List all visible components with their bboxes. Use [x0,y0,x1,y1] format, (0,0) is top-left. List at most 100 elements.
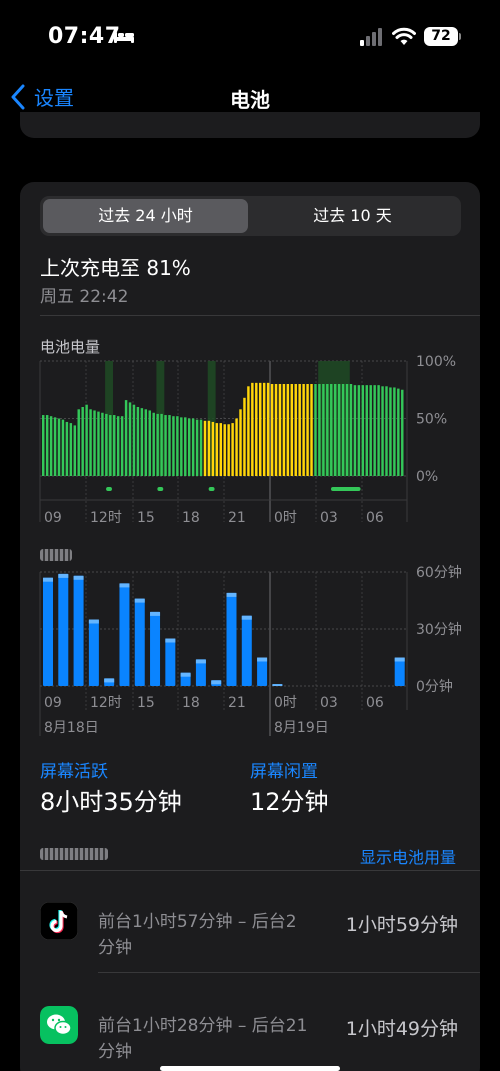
battery-level-bar [164,415,167,476]
battery-level-bar [195,419,199,476]
battery-level-bar [333,384,337,476]
screen-idle-bar [58,573,69,578]
x-tick-label: 15 [137,510,155,526]
screen-activity-bar [394,657,405,686]
screen-idle-bar [119,583,130,588]
battery-level-bar [148,410,151,476]
screen-idle-bar [73,575,84,580]
battery-level-bar [274,384,278,476]
cellular-signal-icon [360,28,382,46]
battery-level-bar [365,385,368,476]
screen-activity-bar [119,583,130,686]
x-tick-label: 09 [44,510,62,526]
app-usage-row-wechat[interactable]: 前台1小时28分钟 – 后台21分钟 1小时49分钟 [40,1004,480,1064]
show-battery-usage-link[interactable]: 显示电池用量 [360,844,456,868]
battery-level-bar [176,416,179,476]
battery-level-bar [255,382,258,476]
screen-idle-bar [104,678,115,683]
battery-level-bar [61,419,65,476]
battery-level-bar [369,385,372,476]
battery-level-bar [385,386,388,476]
battery-level-bar [49,416,53,476]
battery-level-bar [109,415,112,476]
battery-level-bar [243,397,246,476]
battery-level-bar [45,415,49,476]
x-tick-label: 09 [44,695,62,711]
battery-level-bar [270,384,274,476]
battery-level-bar [227,424,230,476]
battery-level-bar [105,413,108,476]
battery-level-bar [381,386,384,476]
screen-activity-bar [58,573,69,686]
battery-level-bar [160,413,163,476]
battery-level-bar [42,415,45,476]
screen-idle-bar [272,684,283,686]
battery-level-bar [144,409,148,476]
screen-idle-bar [43,577,53,582]
app-usage-row-tiktok[interactable]: 前台1小时57分钟 – 后台2分钟 1小时59分钟 [40,900,480,970]
battery-level-bar [199,419,203,476]
battery-level-bar [389,387,392,476]
last-charge-date: 周五 22:42 [40,287,129,307]
battery-level-bar [357,385,361,476]
y-tick-label: 0分钟 [416,678,453,695]
x-tick-label: 0时 [274,510,297,526]
screen-active-label: 屏幕活跃 [40,762,108,782]
battery-level-chart: 100% 50% 0% 09 12时 15 18 21 0时 03 06 [39,354,456,526]
status-time: 07:47 [48,24,121,49]
y-tick-label: 50% [416,412,447,428]
battery-level-bar [326,384,329,476]
battery-level-bar [53,417,57,476]
y-tick-label: 0% [416,469,438,485]
screen-activity-bar [165,638,176,686]
battery-level-bar [322,384,325,476]
battery-level-bar [278,384,282,476]
battery-level-bar [337,384,341,476]
battery-level-bar [361,385,365,476]
battery-level-bar [294,384,297,476]
app-usage-total: 1小时49分钟 [345,1018,458,1040]
divider [40,315,480,316]
screen-activity-bar [88,619,99,686]
date-label: 8月18日 [44,720,99,736]
battery-level-bar [330,384,333,476]
battery-level-bar [140,408,144,476]
date-label: 8月19日 [274,720,329,736]
battery-nub [459,33,461,40]
screen-active-value: 8小时35分钟 [40,788,182,816]
segment-24-hours[interactable]: 过去 24 小时 [43,199,248,233]
x-tick-label: 06 [366,695,384,711]
x-tick-label: 21 [228,695,246,711]
screen-idle-bar [180,672,191,677]
battery-level-bar [120,416,124,476]
screen-activity-bar [73,575,84,686]
screen-idle-bar [165,638,176,643]
battery-level-bar [235,418,238,476]
battery-level-bar [318,384,321,476]
x-tick-label: 18 [182,510,200,526]
x-tick-label: 12时 [90,695,122,711]
tiktok-icon [40,902,78,940]
battery-level-bar [191,418,195,476]
divider [98,972,480,973]
battery-level-bar [262,382,266,476]
segment-10-days[interactable]: 过去 10 天 [250,199,455,233]
app-usage-total: 1小时59分钟 [345,914,458,936]
battery-level-bar [219,423,223,476]
screen-idle-bar [211,680,222,685]
battery-level-bar [128,402,132,476]
battery-level-bar [247,386,250,476]
screen-idle-bar [241,615,252,620]
battery-level-bar [184,417,187,476]
wechat-icon [40,1006,78,1044]
battery-level-bar [187,418,191,476]
battery-level-bar [302,384,305,476]
x-tick-label: 0时 [274,695,297,711]
previous-card-bottom [20,112,480,138]
x-tick-label: 18 [182,695,200,711]
screen-idle-value: 12分钟 [250,788,329,816]
battery-level-bar [203,420,207,476]
charging-marker [208,487,215,491]
screen-activity-bar [241,615,252,686]
battery-indicator: 72 [424,27,458,46]
